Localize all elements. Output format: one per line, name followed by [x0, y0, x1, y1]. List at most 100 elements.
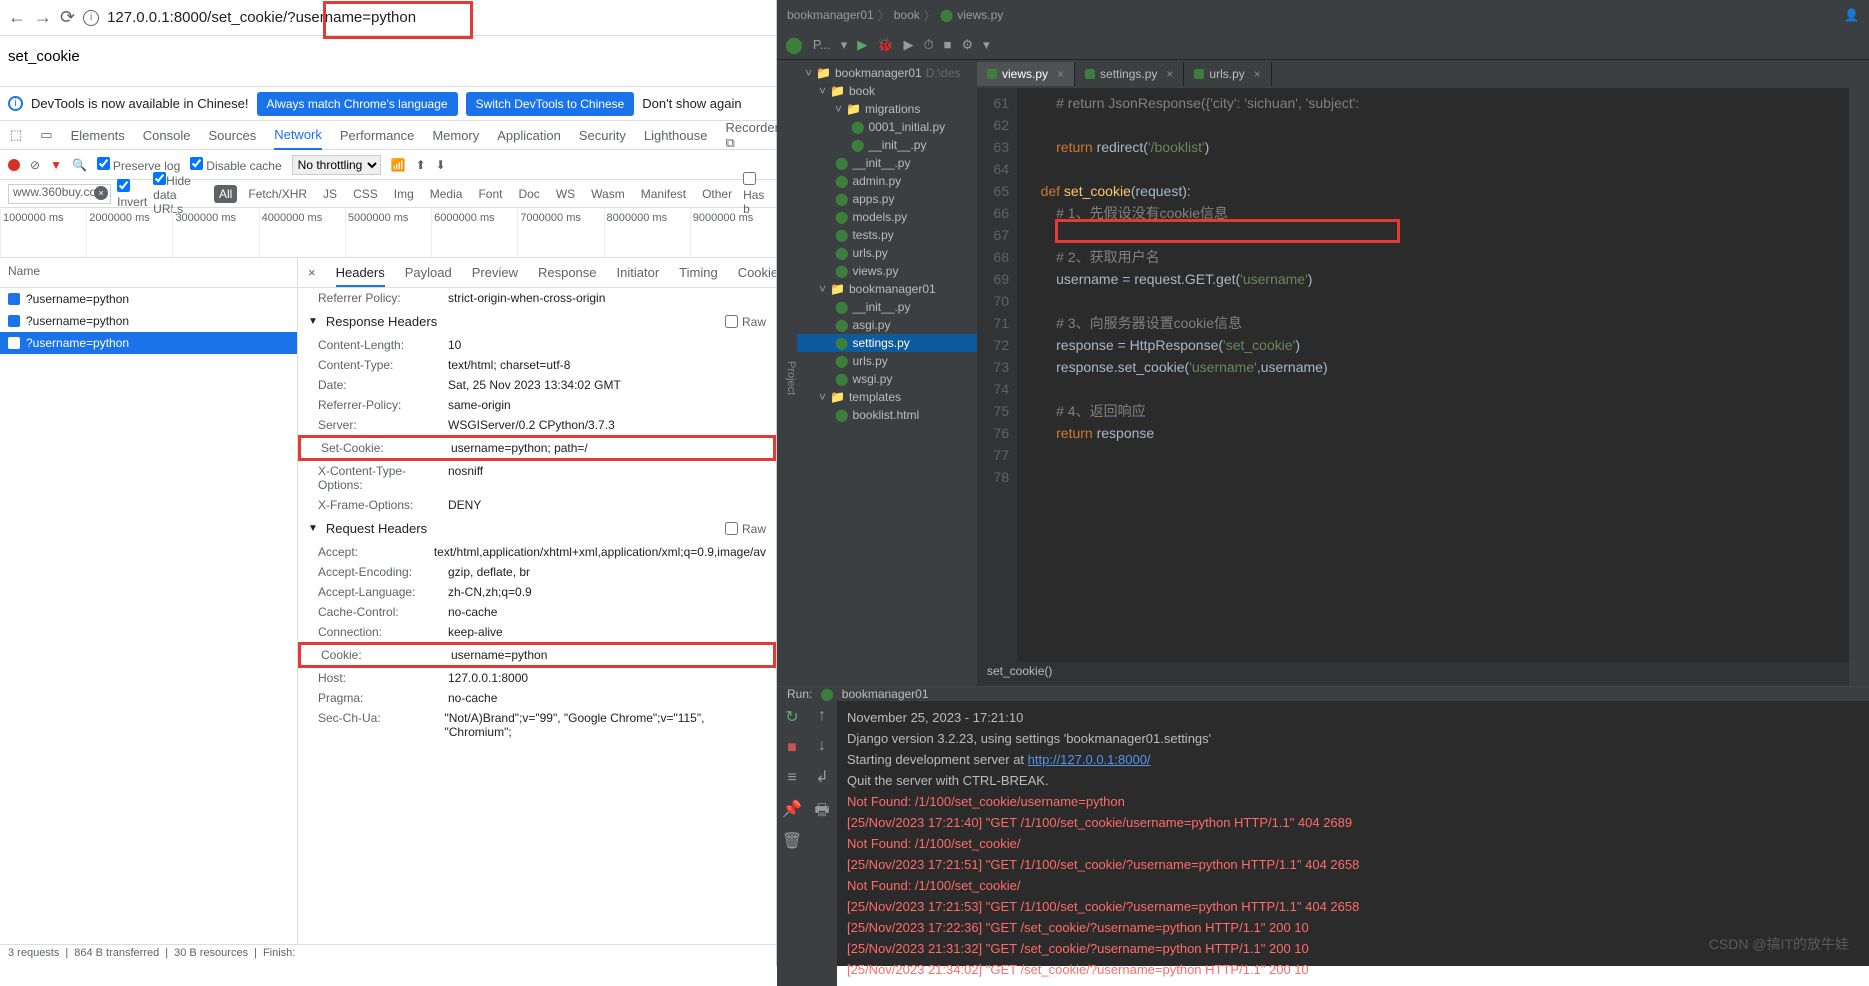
- detail-tab-initiator[interactable]: Initiator: [617, 265, 660, 280]
- run-config[interactable]: bookmanager01: [842, 687, 929, 701]
- site-info-icon[interactable]: i: [83, 10, 99, 26]
- tree-node-bookmanager01[interactable]: ˅ 📁 bookmanager01: [797, 280, 977, 298]
- search-icon[interactable]: 🔍: [72, 158, 87, 172]
- run-icon[interactable]: ▶: [857, 37, 867, 53]
- disable-cache-checkbox[interactable]: Disable cache: [190, 157, 281, 173]
- devtools-tab-sources[interactable]: Sources: [209, 128, 257, 143]
- profile-icon[interactable]: ⏱: [923, 37, 933, 53]
- tree-node-tests.py[interactable]: ⬤ tests.py: [797, 226, 977, 244]
- tree-node-__init__.py[interactable]: ⬤ __init__.py: [797, 136, 977, 154]
- up-icon[interactable]: ↑: [818, 707, 826, 725]
- tree-node-admin.py[interactable]: ⬤ admin.py: [797, 172, 977, 190]
- rerun-icon[interactable]: ↻: [785, 707, 798, 727]
- run-config-icon[interactable]: ⬤: [785, 35, 803, 55]
- editor-breadcrumb[interactable]: set_cookie(): [977, 662, 1849, 686]
- download-icon[interactable]: ⬇: [436, 158, 446, 172]
- detail-tab-payload[interactable]: Payload: [405, 265, 452, 280]
- detail-tab-response[interactable]: Response: [538, 265, 597, 280]
- close-tab-icon[interactable]: ×: [1166, 67, 1173, 81]
- preserve-log-checkbox[interactable]: Preserve log: [97, 157, 180, 173]
- back-icon[interactable]: ←: [8, 7, 26, 28]
- stop-icon[interactable]: ■: [787, 739, 797, 757]
- layout-icon[interactable]: ≡: [787, 769, 796, 787]
- settings-icon[interactable]: ⚙: [961, 37, 973, 53]
- filter-media[interactable]: Media: [425, 185, 468, 203]
- throttle-select[interactable]: No throttling: [292, 155, 381, 175]
- close-tab-icon[interactable]: ×: [1254, 67, 1261, 81]
- tree-node-__init__.py[interactable]: ⬤ __init__.py: [797, 298, 977, 316]
- editor-tab-settings.py[interactable]: settings.py×: [1075, 62, 1184, 86]
- tree-node-migrations[interactable]: ˅ 📁 migrations: [797, 100, 977, 118]
- tree-node-bookmanager01[interactable]: ˅ 📁 bookmanager01 D:\des: [797, 64, 977, 82]
- close-tab-icon[interactable]: ×: [1057, 67, 1064, 81]
- run-config-label[interactable]: P...: [813, 37, 831, 52]
- crumb-file[interactable]: views.py: [957, 8, 1003, 22]
- filter-doc[interactable]: Doc: [513, 185, 544, 203]
- stop-icon[interactable]: ■: [944, 37, 952, 52]
- waterfall-timeline[interactable]: 1000000 ms2000000 ms3000000 ms4000000 ms…: [0, 208, 776, 258]
- url-field[interactable]: 127.0.0.1:8000/set_cookie/?username=pyth…: [107, 9, 768, 26]
- tree-node-views.py[interactable]: ⬤ views.py: [797, 262, 977, 280]
- upload-icon[interactable]: ⬆: [416, 158, 426, 172]
- user-icon[interactable]: 👤: [1844, 8, 1859, 22]
- tree-node-__init__.py[interactable]: ⬤ __init__.py: [797, 154, 977, 172]
- devtools-tab-memory[interactable]: Memory: [432, 128, 479, 143]
- tree-node-asgi.py[interactable]: ⬤ asgi.py: [797, 316, 977, 334]
- filter-manifest[interactable]: Manifest: [636, 185, 691, 203]
- clear-icon[interactable]: ⊘: [30, 158, 40, 172]
- tree-node-0001_initial.py[interactable]: ⬤ 0001_initial.py: [797, 118, 977, 136]
- devtools-tab-recorder ⧉[interactable]: Recorder ⧉: [725, 120, 778, 151]
- tree-node-models.py[interactable]: ⬤ models.py: [797, 208, 977, 226]
- inspect-icon[interactable]: ⬚: [10, 127, 22, 143]
- filter-icon[interactable]: ▼: [50, 158, 62, 172]
- coverage-icon[interactable]: ▶: [903, 37, 913, 53]
- devtools-tab-application[interactable]: Application: [497, 128, 561, 143]
- wrap-icon[interactable]: ↲: [815, 767, 828, 787]
- reload-icon[interactable]: ⟳: [60, 7, 75, 28]
- wifi-icon[interactable]: 📶: [391, 158, 406, 172]
- filter-input[interactable]: www.360buy.com ×: [8, 184, 111, 204]
- tree-node-booklist.html[interactable]: ⬤ booklist.html: [797, 406, 977, 424]
- raw-checkbox[interactable]: [725, 522, 738, 535]
- tree-node-settings.py[interactable]: ⬤ settings.py: [797, 334, 977, 352]
- print-icon[interactable]: 🖶: [814, 799, 829, 826]
- forward-icon[interactable]: →: [34, 7, 52, 28]
- filter-css[interactable]: CSS: [348, 185, 383, 203]
- trash-icon[interactable]: 🗑: [782, 831, 802, 851]
- tree-node-wsgi.py[interactable]: ⬤ wsgi.py: [797, 370, 977, 388]
- code-text[interactable]: # return JsonResponse({'city': 'sichuan'…: [1017, 88, 1849, 662]
- invert-checkbox[interactable]: Invert: [117, 179, 147, 209]
- tree-node-book[interactable]: ˅ 📁 book: [797, 82, 977, 100]
- tree-node-urls.py[interactable]: ⬤ urls.py: [797, 352, 977, 370]
- console-link[interactable]: http://127.0.0.1:8000/: [1028, 752, 1151, 767]
- devtools-tab-lighthouse[interactable]: Lighthouse: [644, 128, 708, 143]
- detail-tab-timing[interactable]: Timing: [679, 265, 718, 280]
- devtools-tab-console[interactable]: Console: [143, 128, 191, 143]
- detail-tab-headers[interactable]: Headers: [336, 265, 385, 287]
- filter-img[interactable]: Img: [389, 185, 419, 203]
- record-icon[interactable]: [8, 159, 20, 171]
- devtools-tab-performance[interactable]: Performance: [340, 128, 414, 143]
- down-icon[interactable]: ↓: [818, 737, 826, 755]
- pin-icon[interactable]: 📌: [782, 799, 802, 819]
- dont-show-link[interactable]: Don't show again: [642, 96, 741, 111]
- name-column-header[interactable]: Name: [0, 258, 297, 288]
- editor-tab-urls.py[interactable]: urls.py×: [1184, 62, 1271, 86]
- editor-tab-views.py[interactable]: views.py×: [977, 62, 1075, 86]
- project-stripe-tab[interactable]: Project: [785, 361, 797, 395]
- clear-filter-icon[interactable]: ×: [94, 186, 108, 200]
- tree-node-urls.py[interactable]: ⬤ urls.py: [797, 244, 977, 262]
- crumb-folder[interactable]: book: [894, 8, 920, 22]
- filter-font[interactable]: Font: [473, 185, 507, 203]
- devtools-tab-network[interactable]: Network: [274, 127, 322, 150]
- tree-node-templates[interactable]: ˅ 📁 templates: [797, 388, 977, 406]
- detail-tab-cookies[interactable]: Cookies: [738, 265, 776, 280]
- response-headers-section[interactable]: ▼ Response Headers Raw: [298, 308, 776, 335]
- request-headers-section[interactable]: ▼ Request Headers Raw: [298, 515, 776, 542]
- filter-wasm[interactable]: Wasm: [586, 185, 630, 203]
- switch-chinese-button[interactable]: Switch DevTools to Chinese: [466, 92, 635, 116]
- detail-tab-preview[interactable]: Preview: [472, 265, 518, 280]
- close-detail-icon[interactable]: ×: [308, 265, 316, 280]
- match-language-button[interactable]: Always match Chrome's language: [257, 92, 458, 116]
- filter-all[interactable]: All: [214, 185, 237, 203]
